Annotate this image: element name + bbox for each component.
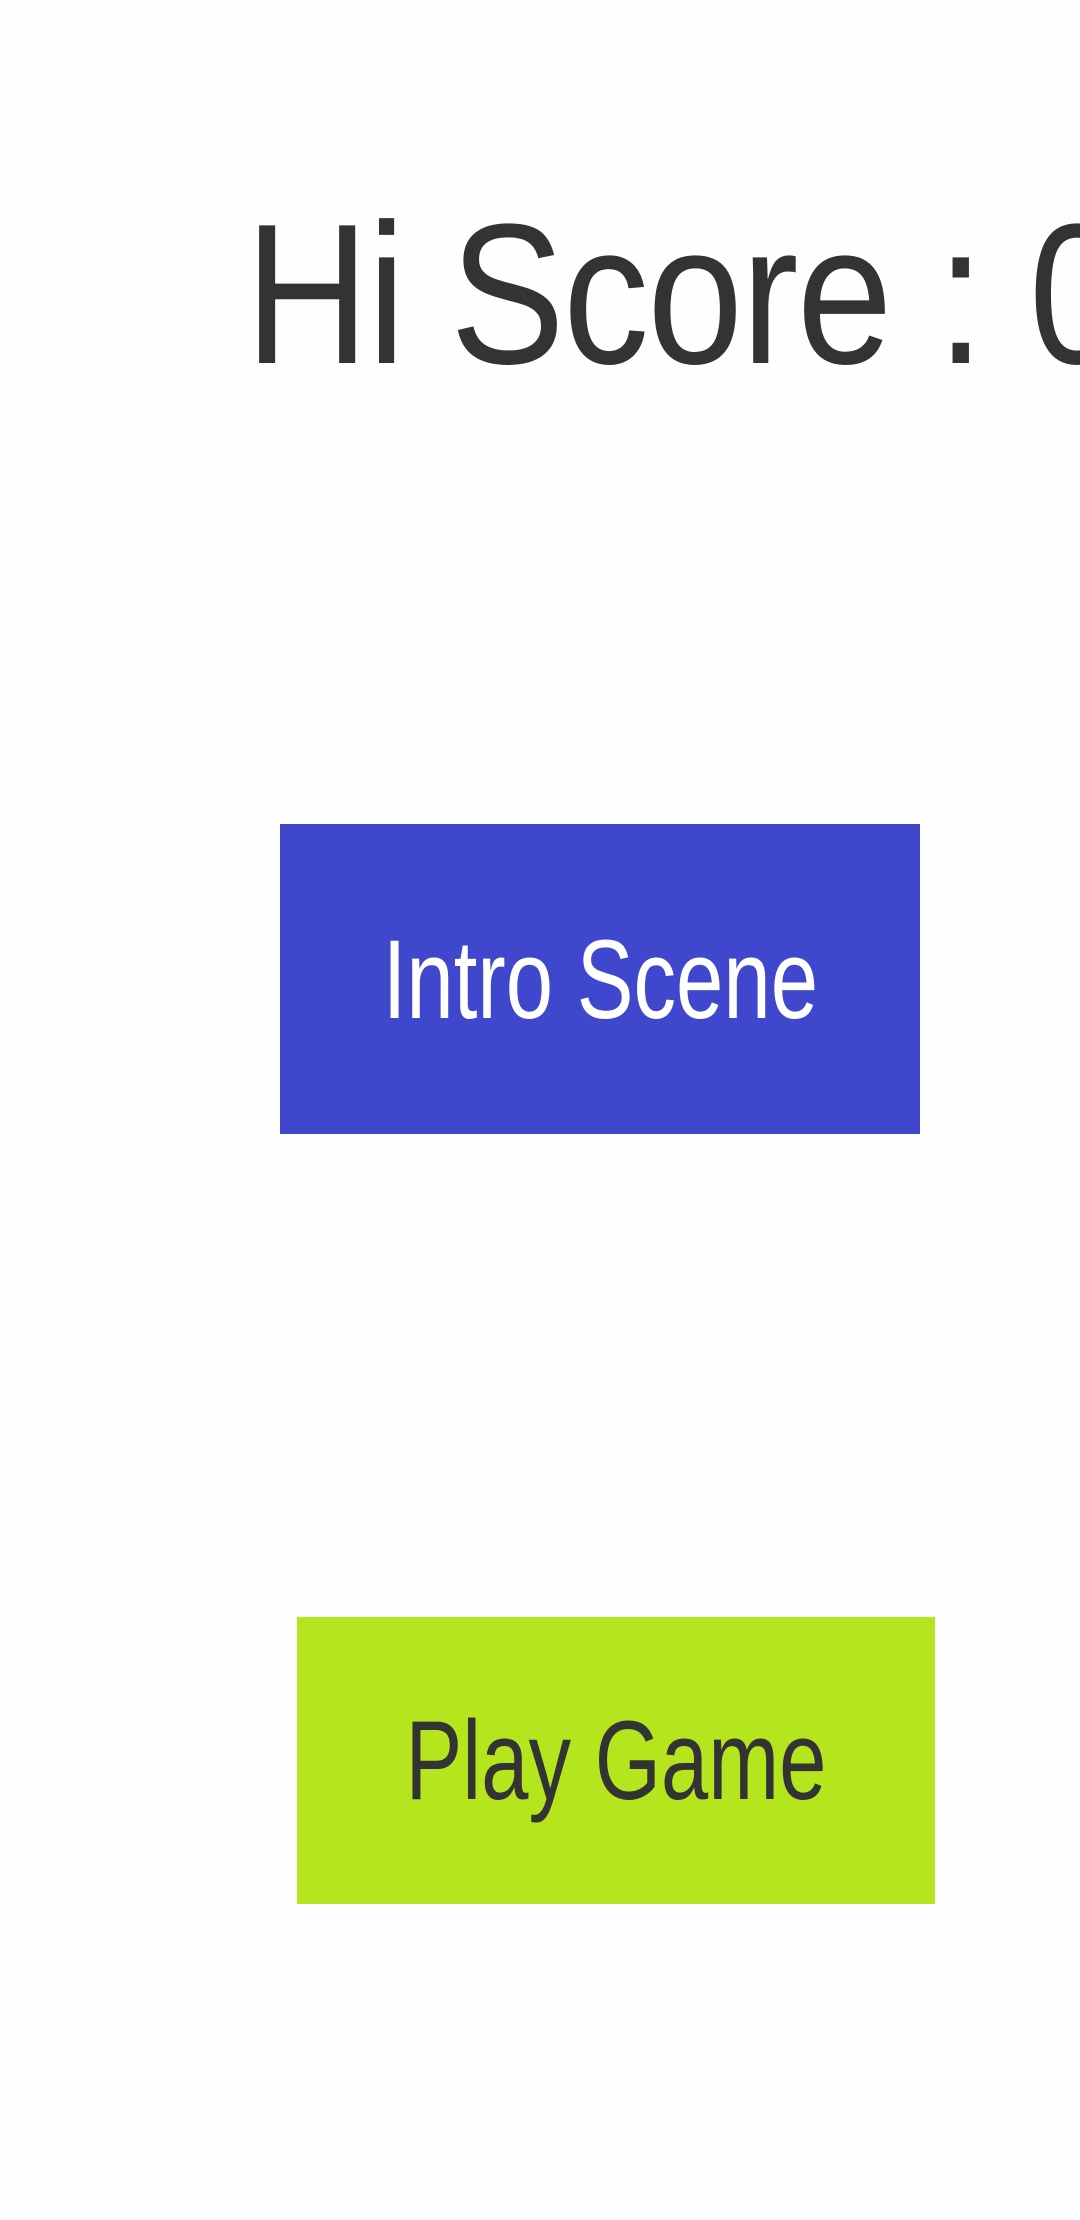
play-game-button-label: Play Game xyxy=(405,1698,827,1823)
play-game-button[interactable]: Play Game xyxy=(297,1617,935,1904)
intro-scene-button[interactable]: Intro Scene xyxy=(280,824,920,1134)
intro-scene-button-label: Intro Scene xyxy=(382,916,818,1042)
game-menu-screen: Hi Score : 0 Intro Scene Play Game xyxy=(0,0,1080,2220)
hi-score-label: Hi Score : 0 xyxy=(245,183,1080,406)
